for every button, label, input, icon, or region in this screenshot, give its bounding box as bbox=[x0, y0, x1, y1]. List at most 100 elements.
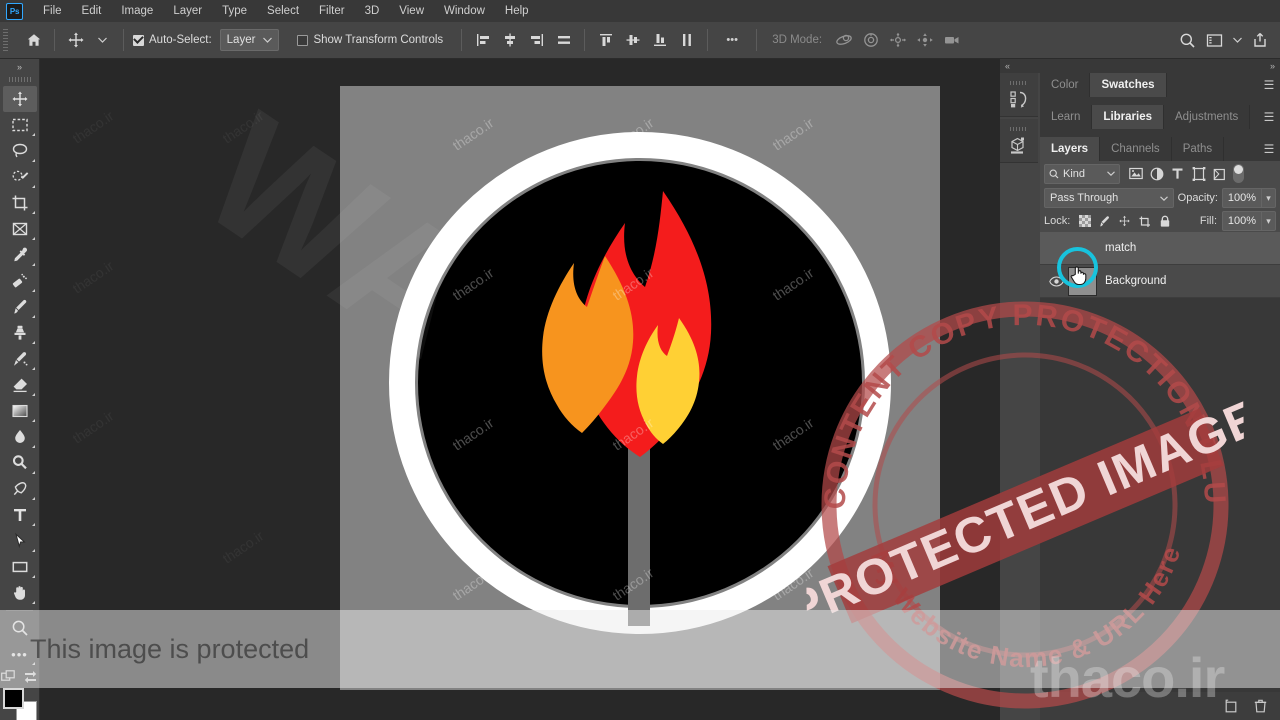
fill-stepper-chevron-down-icon[interactable]: ▾ bbox=[1262, 211, 1276, 231]
crop-tool[interactable] bbox=[3, 190, 37, 216]
lasso-tool[interactable] bbox=[3, 138, 37, 164]
expand-panel-icon[interactable]: » bbox=[0, 59, 39, 75]
menu-file[interactable]: File bbox=[33, 0, 72, 22]
align-right-edges-icon[interactable] bbox=[524, 28, 549, 53]
menu-layer[interactable]: Layer bbox=[163, 0, 212, 22]
clone-stamp-tool[interactable] bbox=[3, 320, 37, 346]
background-layer-thumbnail[interactable] bbox=[1068, 266, 1097, 296]
spot-healing-brush-tool[interactable] bbox=[3, 268, 37, 294]
opacity-stepper-chevron-down-icon[interactable]: ▾ bbox=[1262, 188, 1276, 208]
menu-3d[interactable]: 3D bbox=[355, 0, 390, 22]
filter-enable-toggle[interactable] bbox=[1233, 164, 1244, 183]
gradient-tool[interactable] bbox=[3, 398, 37, 424]
properties-3d-panel-icon[interactable] bbox=[1000, 119, 1038, 163]
zoom-tool[interactable] bbox=[3, 615, 37, 641]
collapse-left-icon[interactable]: « bbox=[1005, 61, 1010, 71]
menu-filter[interactable]: Filter bbox=[309, 0, 355, 22]
tab-adjustments[interactable]: Adjustments bbox=[1164, 105, 1251, 129]
pan-3d-icon[interactable] bbox=[885, 28, 910, 53]
type-layer-filter-icon[interactable] bbox=[1167, 163, 1188, 184]
delete-layer-icon[interactable] bbox=[1252, 698, 1268, 714]
tools-panel-grip[interactable] bbox=[8, 77, 31, 82]
tab-channels[interactable]: Channels bbox=[1100, 137, 1172, 161]
panel-menu-icon[interactable]: ☰ bbox=[1258, 105, 1280, 129]
adjustment-layer-filter-icon[interactable] bbox=[1146, 163, 1167, 184]
search-icon[interactable] bbox=[1175, 28, 1200, 53]
brush-tool[interactable] bbox=[3, 294, 37, 320]
new-layer-icon[interactable] bbox=[1222, 698, 1238, 714]
menu-image[interactable]: Image bbox=[111, 0, 163, 22]
rectangular-marquee-tool[interactable] bbox=[3, 112, 37, 138]
history-brush-tool[interactable] bbox=[3, 346, 37, 372]
menu-type[interactable]: Type bbox=[212, 0, 257, 22]
opacity-value[interactable]: 100% bbox=[1222, 188, 1262, 208]
workspace-icon[interactable] bbox=[1202, 28, 1227, 53]
menu-window[interactable]: Window bbox=[434, 0, 495, 22]
share-icon[interactable] bbox=[1247, 28, 1272, 53]
history-panel-icon[interactable] bbox=[1000, 73, 1038, 117]
panel-menu-icon[interactable]: ☰ bbox=[1258, 73, 1280, 97]
orbit-3d-icon[interactable] bbox=[831, 28, 856, 53]
distribute-horizontally-icon[interactable] bbox=[551, 28, 576, 53]
color-swatches[interactable] bbox=[2, 688, 37, 720]
lock-position-icon[interactable] bbox=[1115, 212, 1134, 231]
quick-mask-icon[interactable] bbox=[1, 670, 16, 684]
more-options-icon[interactable]: ••• bbox=[716, 28, 748, 53]
foreground-color-swatch[interactable] bbox=[2, 688, 24, 709]
options-bar-grip[interactable] bbox=[3, 29, 8, 51]
auto-select-checkbox[interactable]: Auto-Select: bbox=[133, 34, 212, 46]
chevron-down-icon[interactable] bbox=[1229, 28, 1245, 53]
object-selection-tool[interactable] bbox=[3, 164, 37, 190]
edit-toolbar-button[interactable]: ••• bbox=[3, 641, 37, 667]
eyedropper-tool[interactable] bbox=[3, 242, 37, 268]
align-left-edges-icon[interactable] bbox=[470, 28, 495, 53]
show-transform-controls-checkbox[interactable]: Show Transform Controls bbox=[297, 34, 443, 46]
tab-libraries[interactable]: Libraries bbox=[1092, 105, 1164, 129]
shape-layer-filter-icon[interactable] bbox=[1188, 163, 1209, 184]
tool-preset-chevron-down-icon[interactable] bbox=[90, 28, 115, 53]
lock-all-icon[interactable] bbox=[1155, 212, 1174, 231]
background-layer-name[interactable]: Background bbox=[1105, 275, 1166, 287]
layer-filter-kind-dropdown[interactable]: Kind bbox=[1044, 163, 1120, 184]
document-canvas[interactable]: WA thaco.ir thaco.ir thaco.ir thaco.ir t… bbox=[172, 78, 940, 690]
match-layer-thumbnail[interactable] bbox=[1068, 234, 1097, 263]
screen-mode-icon[interactable] bbox=[23, 670, 38, 684]
rectangle-tool[interactable] bbox=[3, 554, 37, 580]
background-layer-visibility-toggle[interactable] bbox=[1044, 275, 1068, 287]
slide-3d-icon[interactable] bbox=[912, 28, 937, 53]
menu-select[interactable]: Select bbox=[257, 0, 309, 22]
collapse-right-icon[interactable]: » bbox=[1270, 61, 1275, 71]
path-selection-tool[interactable] bbox=[3, 528, 37, 554]
hand-tool[interactable] bbox=[3, 580, 37, 606]
auto-select-target-dropdown[interactable]: Layer bbox=[219, 29, 280, 51]
lock-image-pixels-icon[interactable] bbox=[1095, 212, 1114, 231]
camera-3d-icon[interactable] bbox=[939, 28, 964, 53]
menu-edit[interactable]: Edit bbox=[72, 0, 112, 22]
menu-help[interactable]: Help bbox=[495, 0, 539, 22]
menu-view[interactable]: View bbox=[389, 0, 434, 22]
dodge-tool[interactable] bbox=[3, 450, 37, 476]
match-layer-name[interactable]: match bbox=[1105, 242, 1136, 254]
align-bottom-edges-icon[interactable] bbox=[647, 28, 672, 53]
tab-swatches[interactable]: Swatches bbox=[1090, 73, 1167, 97]
tab-paths[interactable]: Paths bbox=[1171, 137, 1225, 161]
blend-mode-dropdown[interactable]: Pass Through bbox=[1044, 188, 1174, 208]
frame-tool[interactable] bbox=[3, 216, 37, 242]
lock-artboard-nesting-icon[interactable] bbox=[1135, 212, 1154, 231]
roll-3d-icon[interactable] bbox=[858, 28, 883, 53]
distribute-vertically-icon[interactable] bbox=[674, 28, 699, 53]
move-tool-icon[interactable] bbox=[63, 28, 88, 53]
eraser-tool[interactable] bbox=[3, 372, 37, 398]
fill-value[interactable]: 100% bbox=[1222, 211, 1262, 231]
align-vertical-centers-icon[interactable] bbox=[620, 28, 645, 53]
horizontal-type-tool[interactable] bbox=[3, 502, 37, 528]
lock-transparent-pixels-icon[interactable] bbox=[1075, 212, 1094, 231]
pixel-layer-filter-icon[interactable] bbox=[1125, 163, 1146, 184]
move-tool[interactable] bbox=[2, 86, 37, 112]
match-layer-visibility-toggle[interactable] bbox=[1044, 243, 1068, 254]
align-top-edges-icon[interactable] bbox=[593, 28, 618, 53]
smart-object-filter-icon[interactable] bbox=[1209, 163, 1230, 184]
layer-row-background[interactable]: Background bbox=[1040, 265, 1280, 298]
home-icon[interactable] bbox=[21, 28, 46, 53]
tab-learn[interactable]: Learn bbox=[1040, 105, 1093, 129]
